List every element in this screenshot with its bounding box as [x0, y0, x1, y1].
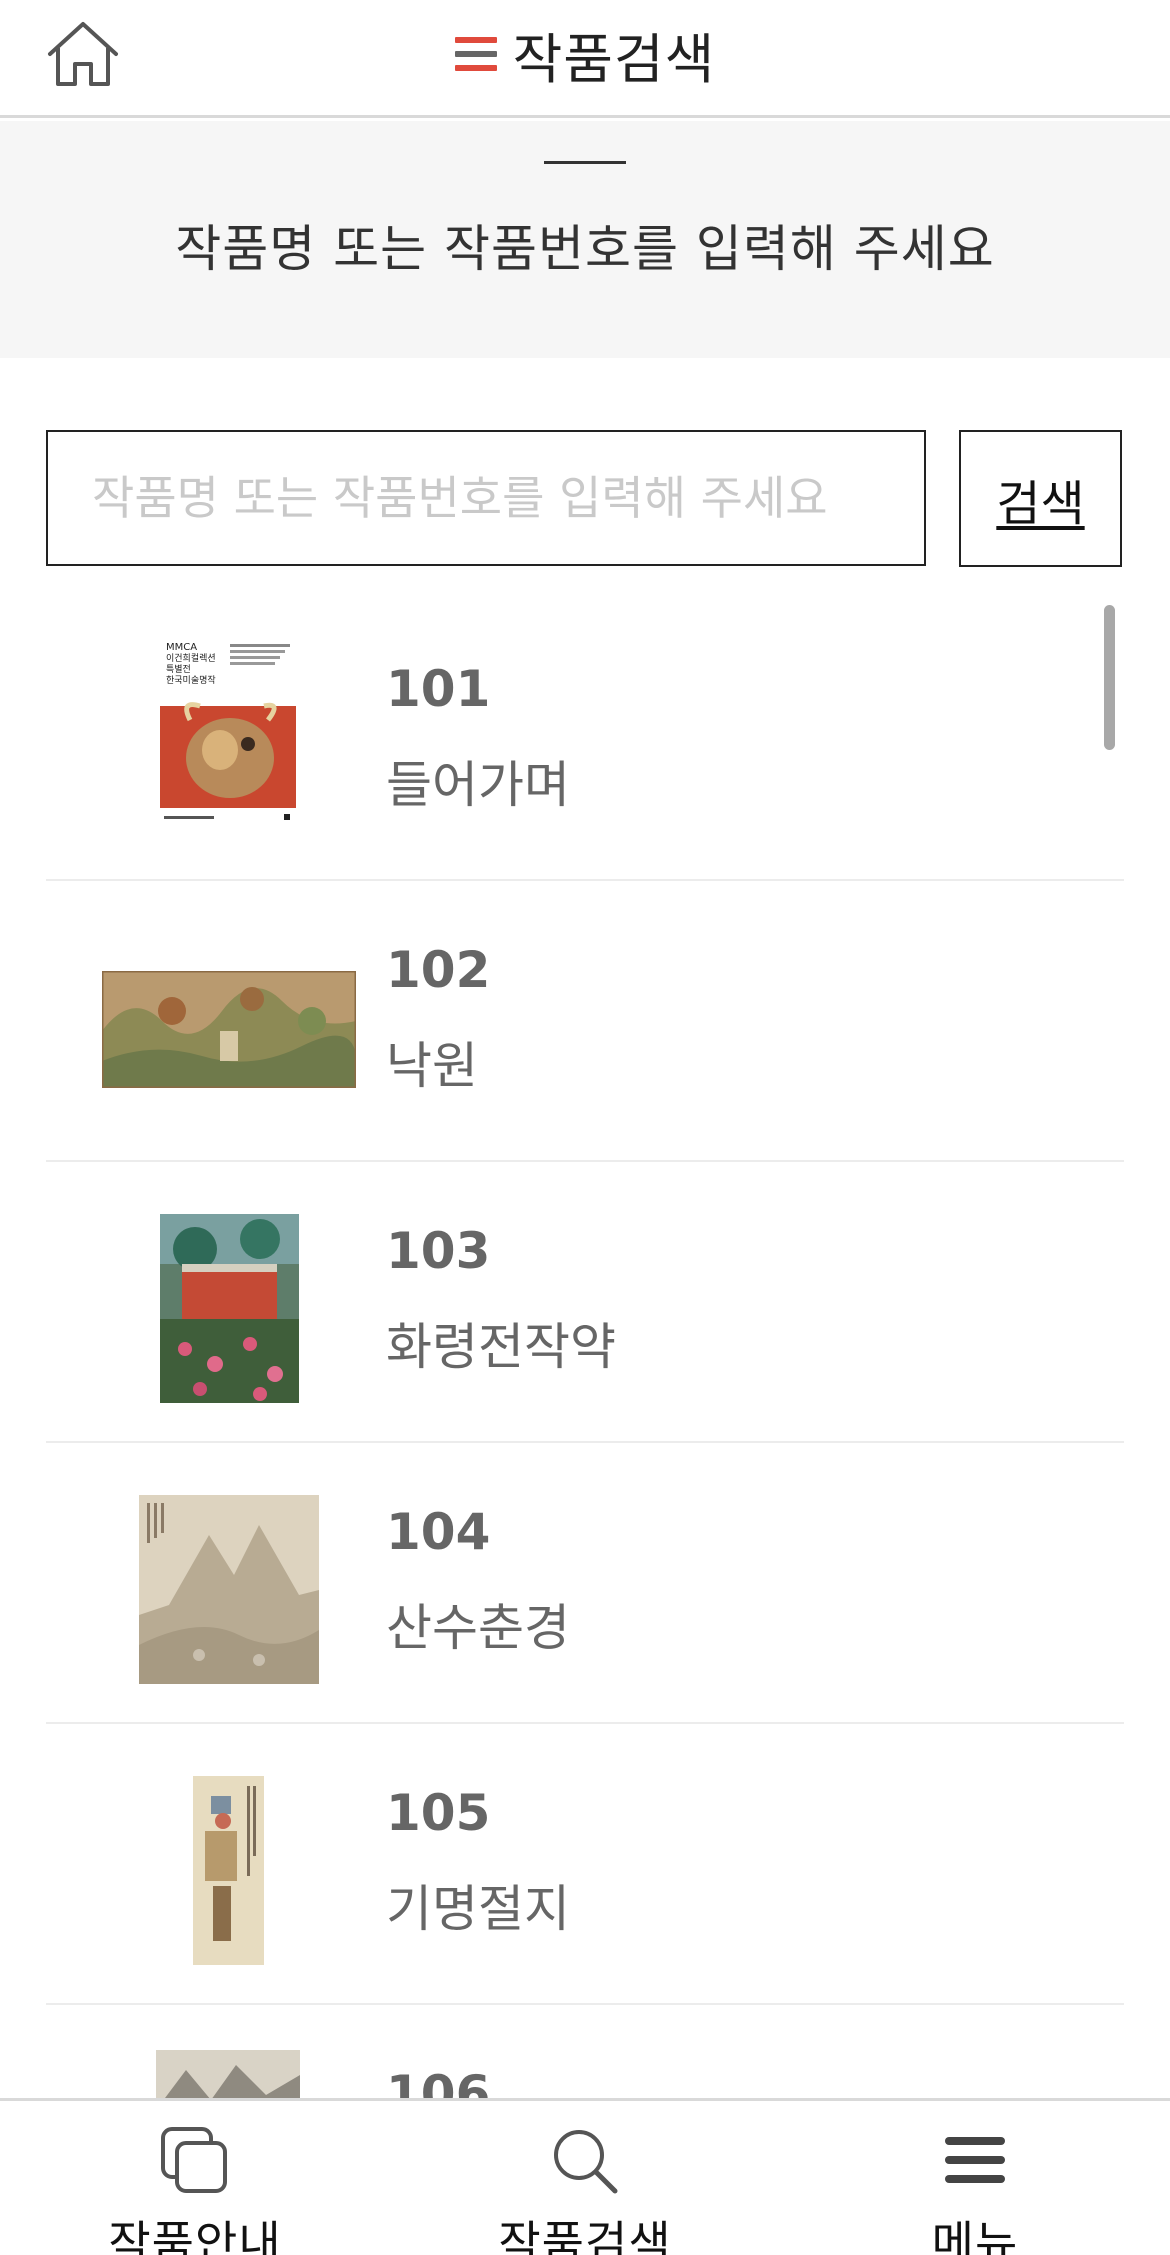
- artwork-thumbnail: [156, 2050, 300, 2100]
- artworks-icon: [161, 2127, 227, 2193]
- hamburger-icon: [454, 35, 497, 73]
- top-header: 작품검색: [0, 0, 1170, 118]
- artwork-title: 기명절지: [386, 1880, 570, 1938]
- nav-label: 작품안내: [108, 2216, 282, 2255]
- artwork-thumbnail: MMCA 이건희컬렉션 특별전 한국미술명작: [160, 640, 300, 827]
- artwork-title: 산수춘경: [386, 1599, 570, 1657]
- bottom-navigation: 작품안내 작품검색 메뉴: [0, 2098, 1170, 2255]
- poster-mmca-text: MMCA: [166, 642, 197, 653]
- nav-menu[interactable]: 메뉴: [780, 2101, 1170, 2255]
- artwork-thumbnail: [139, 1495, 319, 1684]
- artwork-thumbnail: [193, 1776, 264, 1965]
- nav-artworks[interactable]: 작품안내: [0, 2101, 390, 2255]
- search-button[interactable]: 검색: [959, 430, 1122, 567]
- nav-label: 작품검색: [498, 2216, 672, 2255]
- list-item[interactable]: 106: [46, 2005, 1124, 2100]
- menu-icon: [945, 2137, 1005, 2183]
- artwork-number: 103: [386, 1222, 491, 1280]
- list-item[interactable]: 104 산수춘경: [46, 1443, 1124, 1724]
- list-item[interactable]: 105 기명절지: [46, 1724, 1124, 2005]
- poster-collection-text: 이건희컬렉션: [166, 652, 216, 664]
- banner-divider: [544, 161, 626, 164]
- list-item[interactable]: 103 화령전작약: [46, 1162, 1124, 1443]
- header-title-group: 작품검색: [0, 14, 1170, 94]
- results-list[interactable]: MMCA 이건희컬렉션 특별전 한국미술명작 101 들어가며 102 낙원 1…: [0, 600, 1170, 2100]
- artwork-title: 들어가며: [386, 756, 570, 814]
- artwork-title: 화령전작약: [386, 1318, 616, 1376]
- app-screen: 작품검색 작품명 또는 작품번호를 입력해 주세요 검색 MMCA 이건희컬렉션…: [0, 0, 1170, 2255]
- nav-search[interactable]: 작품검색: [390, 2101, 780, 2255]
- instruction-banner: 작품명 또는 작품번호를 입력해 주세요: [0, 121, 1170, 358]
- list-item[interactable]: MMCA 이건희컬렉션 특별전 한국미술명작 101 들어가며: [46, 600, 1124, 881]
- artwork-number: 105: [386, 1784, 491, 1842]
- poster-title-text: 한국미술명작: [166, 675, 216, 686]
- list-item[interactable]: 102 낙원: [46, 881, 1124, 1162]
- search-icon: [554, 2130, 618, 2194]
- artwork-thumbnail: [102, 971, 356, 1088]
- list-scrollbar[interactable]: [1104, 605, 1115, 750]
- nav-label: 메뉴: [931, 2216, 1019, 2255]
- page-title: 작품검색: [512, 27, 716, 91]
- artwork-thumbnail: [160, 1214, 299, 1403]
- artwork-number: 104: [386, 1503, 491, 1561]
- search-input[interactable]: [46, 430, 926, 566]
- banner-text: 작품명 또는 작품번호를 입력해 주세요: [175, 220, 995, 278]
- poster-exhibition-text: 특별전: [166, 664, 191, 675]
- artwork-title: 낙원: [386, 1037, 478, 1095]
- artwork-number: 106: [386, 2065, 491, 2100]
- artwork-number: 101: [386, 660, 491, 718]
- artwork-number: 102: [386, 941, 491, 999]
